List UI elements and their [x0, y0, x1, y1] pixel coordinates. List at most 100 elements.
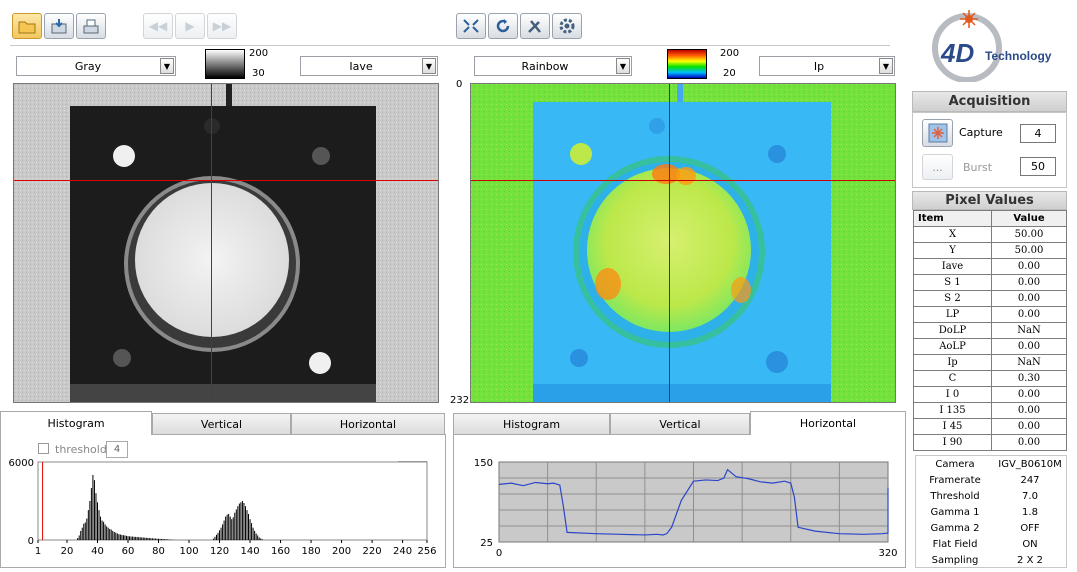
- pixel-values-table: Item Value X 50.00 Y 50.00 Iave 0.00 S 1 0.00 S 2…: [913, 210, 1067, 451]
- left-scale-max: 200: [249, 48, 269, 59]
- capture-count-input[interactable]: 4: [1020, 124, 1056, 143]
- capture-button[interactable]: [922, 119, 953, 147]
- rainbow-image-view[interactable]: [470, 83, 896, 403]
- right-scale-min: 20: [723, 68, 736, 79]
- fast-forward-button[interactable]: ▶▶: [207, 13, 237, 39]
- settings-button[interactable]: [552, 13, 582, 39]
- histogram-chart: 1 20 40 60 80 100 120 140 160 180 200 220 240 2560600…: [9, 458, 437, 557]
- pixel-value-row: Iave 0.00: [913, 258, 1067, 275]
- x-tick-label: 240: [393, 546, 412, 557]
- x-tick-label: 40: [91, 546, 104, 557]
- x-tick-label: 180: [302, 546, 321, 557]
- camera-info-value: ON: [1022, 538, 1038, 550]
- left-colorbar: [205, 49, 245, 79]
- camera-info-label: Framerate: [929, 474, 981, 486]
- tab-histogram-left[interactable]: Histogram: [0, 411, 152, 435]
- burst-button[interactable]: ...: [922, 154, 953, 180]
- pixel-item-value: 50.00: [991, 226, 1067, 243]
- pixel-item-name: Y: [913, 242, 992, 259]
- load-icon: [51, 19, 67, 34]
- pixel-value-row: Ip NaN: [913, 354, 1067, 371]
- rewind-button[interactable]: ◀◀: [143, 13, 173, 39]
- right-colorbar: [667, 49, 707, 79]
- pixel-item-name: I 90: [913, 434, 992, 451]
- y-axis-top-label: 0: [456, 79, 463, 90]
- capture-icon: [928, 123, 947, 143]
- pixel-value-row: I 135 0.00: [913, 402, 1067, 419]
- camera-info-label: Flat Field: [932, 538, 978, 550]
- pixel-item-name: X: [913, 226, 992, 243]
- camera-info-row: Framerate 247: [916, 472, 1066, 488]
- x-tick-label: 160: [271, 546, 290, 557]
- x-tick-label: 20: [61, 546, 74, 557]
- y-tick-label: 6000: [9, 458, 34, 469]
- camera-info-row: Gamma 1 1.8: [916, 504, 1066, 520]
- col-value-header: Value: [991, 210, 1067, 227]
- pixel-item-value: 0.30: [991, 370, 1067, 387]
- x-tick-label: 100: [179, 546, 198, 557]
- pixel-value-row: I 45 0.00: [913, 418, 1067, 435]
- open-folder-button[interactable]: [12, 13, 42, 39]
- pixel-item-value: 50.00: [991, 242, 1067, 259]
- pixel-item-value: 0.00: [991, 402, 1067, 419]
- pixel-value-row: Y 50.00: [913, 242, 1067, 259]
- camera-info-row: Threshold 7.0: [916, 488, 1066, 504]
- pixel-item-value: 0.00: [991, 290, 1067, 307]
- camera-info-label: Sampling: [931, 554, 979, 566]
- tab-horizontal-right[interactable]: Horizontal: [750, 411, 906, 435]
- pixel-value-row: S 1 0.00: [913, 274, 1067, 291]
- right-channel-select[interactable]: Ip ▼: [759, 56, 895, 76]
- fit-view-button[interactable]: [456, 13, 486, 39]
- save-icon: [83, 19, 99, 34]
- pixel-value-row: I 90 0.00: [913, 434, 1067, 451]
- pixel-item-name: LP: [913, 306, 992, 323]
- pixel-item-value: 0.00: [991, 306, 1067, 323]
- left-colormap-select[interactable]: Gray ▼: [16, 56, 176, 76]
- y-tick-label: 25: [480, 538, 493, 549]
- rainbow-image: [471, 84, 895, 402]
- pixel-item-name: I 45: [913, 418, 992, 435]
- camera-info-value: 1.8: [1022, 506, 1038, 518]
- pixel-item-value: 0.00: [991, 418, 1067, 435]
- x-tick-label: 120: [210, 546, 229, 557]
- tab-horizontal-left[interactable]: Horizontal: [291, 413, 445, 435]
- grayscale-image-view[interactable]: [13, 83, 439, 403]
- crosshair-horizontal: [471, 180, 895, 181]
- burst-count-input[interactable]: 50: [1020, 157, 1056, 176]
- refresh-button[interactable]: [488, 13, 518, 39]
- x-tick-label: 1: [35, 546, 41, 557]
- pixel-item-value: 0.00: [991, 274, 1067, 291]
- chevron-down-icon: ▼: [422, 58, 436, 74]
- crosshair-vertical: [211, 84, 212, 402]
- pixel-item-name: S 1: [913, 274, 992, 291]
- y-tick-label: 0: [28, 536, 34, 547]
- folder-icon: [18, 21, 36, 34]
- tab-histogram-right[interactable]: Histogram: [453, 413, 610, 435]
- acquisition-header: Acquisition: [912, 91, 1067, 112]
- tab-vertical-right[interactable]: Vertical: [610, 413, 750, 435]
- left-channel-select[interactable]: Iave ▼: [300, 56, 438, 76]
- chevron-down-icon: ▼: [160, 58, 174, 74]
- x-tick-label: 220: [363, 546, 382, 557]
- left-channel-value: Iave: [349, 59, 373, 73]
- right-colormap-select[interactable]: Rainbow ▼: [474, 56, 632, 76]
- logo-4d-text: 4D: [941, 38, 975, 68]
- right-scale-max: 200: [720, 48, 740, 59]
- x-tick-label: 0: [496, 548, 502, 559]
- play-icon: ▶: [185, 19, 195, 33]
- tab-vertical-left[interactable]: Vertical: [152, 413, 291, 435]
- burst-button-label: ...: [932, 160, 943, 174]
- right-channel-value: Ip: [813, 59, 825, 73]
- camera-info-row: Flat Field ON: [916, 536, 1066, 552]
- pixel-item-name: C: [913, 370, 992, 387]
- camera-info-value: 247: [1020, 474, 1040, 486]
- tools-button[interactable]: [520, 13, 550, 39]
- chevron-down-icon: ▼: [879, 58, 893, 74]
- load-button[interactable]: [44, 13, 74, 39]
- grayscale-image: [14, 84, 438, 402]
- save-button[interactable]: [76, 13, 106, 39]
- expand-icon: [463, 19, 479, 33]
- x-tick-label: 256: [417, 546, 436, 557]
- play-button[interactable]: ▶: [175, 13, 205, 39]
- camera-info-label: Camera: [935, 458, 975, 470]
